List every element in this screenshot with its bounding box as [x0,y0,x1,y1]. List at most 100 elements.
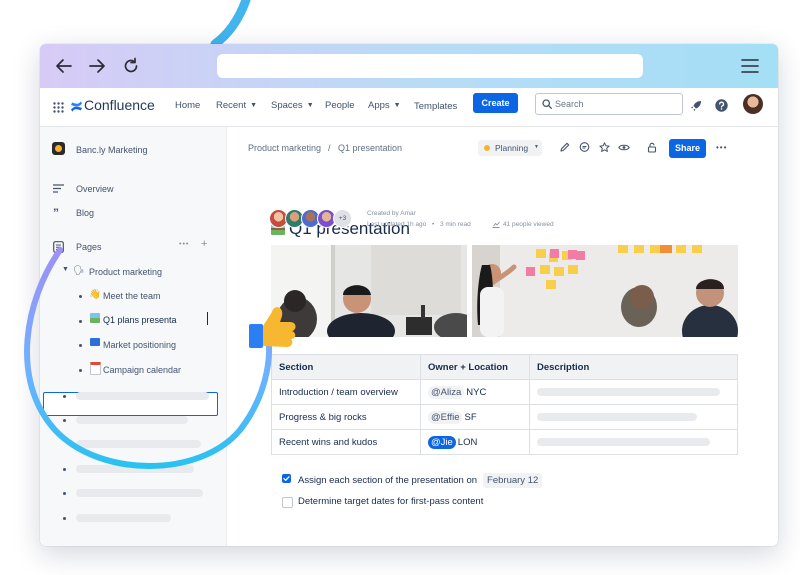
create-button[interactable]: Create [473,93,518,113]
comment-icon[interactable] [579,142,590,153]
chart-icon [492,221,500,228]
bullet [63,517,66,520]
task-checkbox-checked[interactable] [282,474,291,483]
table-row: Progress & big rocks @Effie SF [271,404,738,430]
bullet [79,369,82,372]
sidebar-pages-heading: Pages [76,242,102,252]
task-checkbox-unchecked[interactable] [282,497,293,508]
breadcrumb-q1-presentation[interactable]: Q1 presentation [338,143,402,153]
status-label: Planning [495,143,529,153]
edit-pencil-icon[interactable] [559,142,570,153]
table-header: Description [529,354,738,380]
bullet [63,492,66,495]
restrictions-lock-icon[interactable] [647,142,658,153]
placeholder-bar [76,489,203,497]
office-meeting-photo [271,245,467,337]
megaphone-icon: 🗣 [73,265,85,275]
nav-recent-label: Recent [216,100,247,111]
address-bar[interactable] [217,54,643,78]
wave-hand-icon: 👋 [89,289,101,300]
app-switcher-icon[interactable] [53,102,64,113]
table-cell-section: Recent wins and kudos [271,429,421,455]
location-label: SF [464,411,477,423]
more-icon[interactable]: ••• [179,241,189,248]
nav-apps[interactable]: Apps ▼ [368,100,401,111]
breadcrumb-product-marketing[interactable]: Product marketing [248,143,321,153]
star-icon[interactable] [599,142,610,153]
tree-item-q1-plans[interactable]: Q1 plans presenta [103,315,177,325]
nav-recent[interactable]: Recent ▼ [216,100,257,111]
notifications-rocket-icon[interactable] [690,100,702,112]
sidebar-item-overview[interactable]: Overview [76,184,114,194]
space-logo[interactable] [52,142,65,155]
overview-icon [53,184,64,193]
placeholder-bar [76,465,194,473]
browser-window: Confluence Home Recent ▼ Spaces ▼ People A… [40,44,778,546]
arrow-right-icon[interactable] [88,57,106,75]
placeholder-bar [537,412,697,421]
new-badge-icon [90,338,100,346]
status-lozenge[interactable]: Planning ▼ [478,140,542,156]
placeholder-bar [537,387,720,396]
tree-item-campaign-calendar[interactable]: Campaign calendar [103,365,181,375]
table-cell-description [529,404,738,430]
read-time: 3 min read [440,221,471,228]
nav-templates[interactable]: Templates [414,101,457,112]
tree-item-market-positioning[interactable]: Market positioning [103,340,176,350]
more-actions-icon[interactable]: ••• [716,143,727,152]
nav-home[interactable]: Home [175,100,200,111]
chevron-down-icon: ▼ [534,144,539,150]
task-item: Determine target dates for first-pass co… [298,496,483,507]
search-placeholder: Search [555,99,584,109]
space-name[interactable]: Banc.ly Marketing [76,145,148,155]
tree-item-product-marketing[interactable]: Product marketing [89,267,162,277]
bullet [63,395,66,398]
search-input[interactable]: Search [535,93,683,115]
user-mention[interactable]: @Aliza [428,385,465,399]
table-cell-owner: @Jie LON [420,429,530,455]
bullet [79,295,82,298]
reload-icon[interactable] [122,57,140,75]
user-mention[interactable]: @Effie [428,410,463,424]
user-mention-self[interactable]: @Jie [428,435,456,449]
sections-table: Section Owner + Location Description Int… [271,354,738,455]
bullet [79,320,82,323]
nav-spaces[interactable]: Spaces ▼ [271,100,314,111]
bullet [63,468,66,471]
hamburger-icon[interactable] [741,58,759,74]
product-name[interactable]: Confluence [84,97,155,113]
nav-apps-label: Apps [368,100,390,111]
share-button[interactable]: Share [669,139,706,158]
table-cell-description [529,429,738,455]
placeholder-bar [76,440,201,448]
table-header: Owner + Location [420,354,530,380]
text-cursor [207,312,208,325]
date-chip[interactable]: February 12 [483,473,543,488]
tree-item-meet-the-team[interactable]: Meet the team [103,291,161,301]
confluence-logo-icon[interactable] [70,100,83,113]
chevron-down-icon: ▼ [393,102,401,109]
breadcrumb-separator: / [328,143,331,153]
placeholder-bar [76,392,209,400]
bullet [63,419,66,422]
table-cell-section: Progress & big rocks [271,404,421,430]
task-label: Assign each section of the presentation … [298,475,478,486]
location-label: LON [457,436,478,448]
task-label: Determine target dates for first-pass co… [298,496,484,507]
browser-toolbar [40,44,778,88]
placeholder-bar [76,514,171,522]
chevron-down-icon: ▼ [306,102,314,109]
nav-people[interactable]: People [325,100,355,111]
table-header-row: Section Owner + Location Description [271,354,738,380]
user-avatar[interactable] [743,94,763,114]
contributors-more-count[interactable]: +3 [333,209,352,228]
add-page-icon[interactable]: + [201,238,207,250]
task-item: Assign each section of the presentation … [298,473,543,488]
bullet [79,344,82,347]
chevron-down-icon[interactable]: ▼ [62,266,69,273]
arrow-left-icon[interactable] [55,57,73,75]
help-icon[interactable] [715,99,728,112]
eye-icon[interactable] [618,143,630,152]
calendar-icon [90,362,101,375]
sidebar-item-blog[interactable]: Blog [76,208,94,218]
